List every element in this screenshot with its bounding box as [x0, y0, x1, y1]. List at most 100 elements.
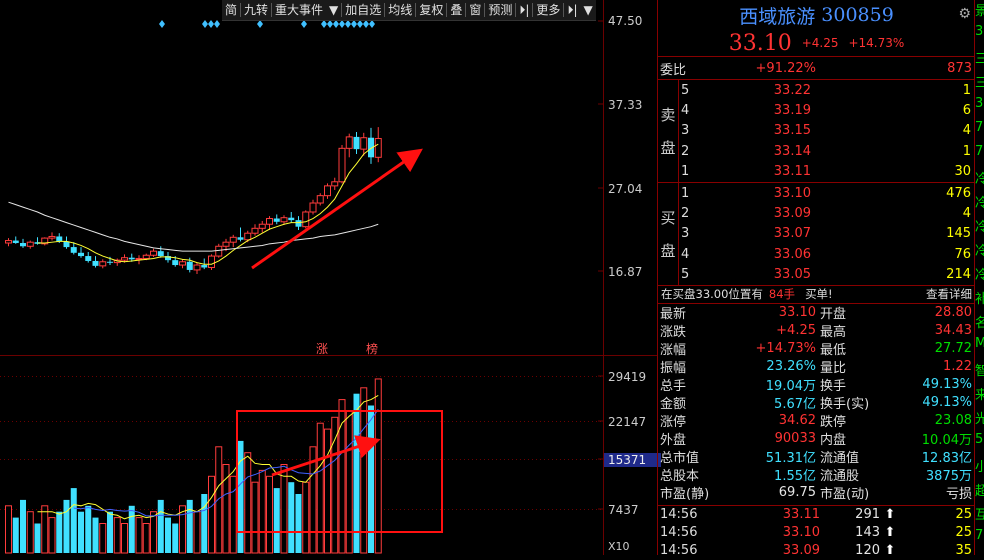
tb-jiuzhuan[interactable]: 九转 — [241, 0, 271, 20]
tb-jian[interactable]: 简 — [222, 0, 240, 20]
edge-item[interactable]: 补 — [975, 288, 984, 312]
stat-value: 5.67亿 — [774, 397, 816, 413]
sell-row[interactable]: 1 33.11 30 — [679, 162, 975, 182]
volume-bar-down — [273, 488, 280, 553]
tip-detail-link[interactable]: 查看详细 — [926, 286, 972, 302]
tb-forecast[interactable]: 预测 — [485, 0, 515, 20]
edge-item[interactable]: 7 — [975, 144, 984, 168]
buy-row[interactable]: 5 33.05 214 — [679, 265, 975, 285]
sell-price: 33.11 — [773, 164, 811, 180]
candle-up — [309, 202, 317, 213]
event-diamond-icon — [369, 20, 375, 28]
tb-adjust[interactable]: 复权 — [416, 0, 446, 20]
edge-item[interactable]: 冷 — [975, 168, 984, 192]
volume-bar-down — [353, 393, 360, 553]
edge-item[interactable]: 智 — [975, 360, 984, 384]
volume-bar-down — [128, 505, 135, 553]
volume-tick: 29419 — [608, 370, 647, 384]
chart-area[interactable]: 简 九转 重大事件 ▼ 加自选 均线 复权 叠 窗 预测 ⏵| 更多 ⏵| ▼ … — [0, 0, 661, 555]
stats-row: 涨停 34.62 跌停 23.08 — [658, 412, 975, 430]
stats-grid: 最新 33.10 开盘 28.80 涨跌 +4.25 最高 34.43 涨幅 +14… — [658, 304, 975, 502]
buy-level: 1 — [681, 185, 690, 201]
candle-up — [26, 241, 34, 247]
stat-label: 内盘 — [820, 433, 847, 449]
tick-list: 14:56 33.11 291 ⬆ 25 14:56 33.10 143 ⬆ 25… — [658, 504, 975, 560]
edge-item[interactable]: 3 — [975, 24, 984, 48]
stat-value: 3875万 — [925, 469, 972, 485]
edge-item[interactable]: 5 — [975, 432, 984, 456]
candle-up — [215, 245, 223, 257]
sell-row[interactable]: 3 33.15 4 — [679, 121, 975, 141]
buy-row[interactable]: 4 33.06 76 — [679, 244, 975, 264]
edge-item[interactable]: 互 — [975, 504, 984, 528]
stat-value: 亏损 — [945, 487, 972, 503]
buy-level: 2 — [681, 206, 690, 222]
tb-overlay[interactable]: 叠 — [447, 0, 465, 20]
volume-bar-down — [63, 499, 70, 553]
stat-label: 总股本 — [660, 469, 700, 485]
edge-item[interactable]: 三 — [975, 72, 984, 96]
tb-major-events[interactable]: 重大事件 — [272, 0, 326, 20]
stat-value: 34.62 — [778, 413, 816, 429]
sell-row[interactable]: 5 33.22 1 — [679, 80, 975, 100]
event-diamond-icon — [208, 20, 214, 28]
tb-menu-icon[interactable]: ▼ — [580, 0, 595, 20]
volume-tick: 7437 — [608, 503, 639, 517]
buy-row[interactable]: 3 33.07 145 — [679, 224, 975, 244]
edge-item[interactable]: 3 — [975, 96, 984, 120]
candle-down — [70, 247, 77, 253]
buy-price: 33.09 — [773, 206, 811, 222]
volume-bar-up — [374, 378, 382, 554]
edge-item[interactable]: 三 — [975, 48, 984, 72]
edge-item[interactable]: 冷 — [975, 240, 984, 264]
edge-item[interactable]: 超 — [975, 480, 984, 504]
tb-more[interactable]: 更多 — [533, 0, 563, 20]
candle-down — [128, 257, 135, 260]
volume-bar-down — [12, 517, 19, 553]
edge-item[interactable]: 7 — [975, 528, 984, 552]
tip-text2: 买单! — [805, 287, 833, 302]
webi-pct: +91.22% — [755, 60, 816, 76]
tb-ma[interactable]: 均线 — [385, 0, 415, 20]
volume-bar-down — [107, 511, 113, 553]
sell-row[interactable]: 2 33.14 1 — [679, 141, 975, 161]
edge-item[interactable]: 光 — [975, 408, 984, 432]
sell-row[interactable]: 4 33.19 6 — [679, 100, 975, 120]
kline-chart[interactable] — [0, 0, 657, 555]
candle-down — [107, 261, 113, 263]
candle-up — [345, 136, 353, 149]
volume-bar-down — [85, 505, 92, 553]
stat-label: 市盈(静) — [660, 487, 710, 503]
edge-item[interactable]: 冷 — [975, 216, 984, 240]
candle-up — [316, 195, 324, 204]
edge-item[interactable]: M — [975, 336, 984, 360]
sell-volume: 30 — [954, 164, 971, 180]
volume-bar-down — [201, 494, 208, 553]
edge-item[interactable]: 冷 — [975, 192, 984, 216]
volume-bar-up — [360, 387, 368, 554]
tb-add-watchlist[interactable]: 加自选 — [342, 0, 384, 20]
buy-side-label: 买盘 — [658, 182, 679, 285]
tb-window[interactable]: 窗 — [466, 0, 484, 20]
candle-down — [92, 260, 99, 266]
edge-item[interactable]: 景 — [975, 0, 984, 24]
volume-bar-up — [229, 475, 237, 554]
buy-level: 5 — [681, 267, 690, 283]
buy-row[interactable]: 1 33.10 476 — [679, 183, 975, 203]
up-arrow-icon: ⬆ — [884, 525, 896, 541]
tb-step-icon[interactable]: ⏵| — [564, 0, 580, 20]
gear-icon[interactable]: ⚙ — [958, 6, 971, 22]
edge-item[interactable]: 7 — [975, 120, 984, 144]
tick-volume: 143 — [855, 525, 880, 541]
buy-row[interactable]: 2 33.09 4 — [679, 203, 975, 223]
candle-down — [157, 251, 164, 257]
edge-item[interactable]: 小 — [975, 456, 984, 480]
stat-value: 27.72 — [934, 341, 972, 357]
tb-events-dropdown-icon[interactable]: ▼ — [326, 0, 341, 20]
edge-item[interactable]: 来 — [975, 384, 984, 408]
edge-item[interactable]: 冷 — [975, 264, 984, 288]
limit-up-tag[interactable]: 涨 — [316, 340, 328, 357]
ranking-tag[interactable]: 榜 — [366, 340, 378, 357]
edge-item[interactable]: 名 — [975, 312, 984, 336]
tb-play-icon[interactable]: ⏵| — [516, 0, 532, 20]
